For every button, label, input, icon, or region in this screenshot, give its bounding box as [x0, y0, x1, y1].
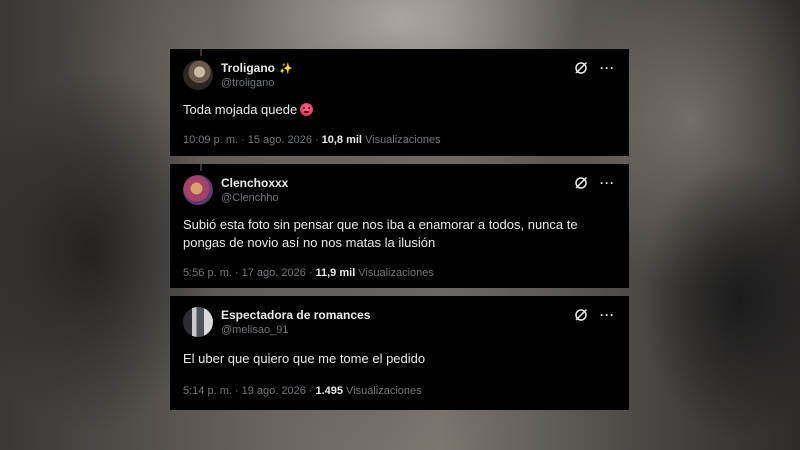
tweet-meta: 10:09 p. m. · 15 ago. 2026 · 10,8 mil Vi…	[183, 134, 441, 146]
author-handle[interactable]: @Clenchho	[221, 192, 279, 204]
more-options-icon[interactable]: ···	[600, 177, 615, 189]
sparkle-icon: ✨	[279, 62, 293, 75]
tweet-date[interactable]: 15 ago. 2026	[248, 134, 312, 146]
views-label: Visualizaciones	[346, 385, 422, 397]
author-name-row: Espectadora de romances	[221, 308, 370, 322]
author-name[interactable]: Clenchoxxx	[221, 176, 288, 190]
tweet-time[interactable]: 5:14 p. m.	[183, 385, 232, 397]
author-handle[interactable]: @melisao_91	[221, 324, 288, 336]
view-count: 10,8 mil	[321, 134, 362, 146]
tweet-card[interactable]: Clenchoxxx @Clenchho ··· Subió esta foto…	[170, 164, 629, 288]
thread-line	[200, 164, 202, 171]
view-count: 11,9 mil	[315, 267, 356, 279]
separator: ·	[234, 385, 239, 397]
tweet-text-line: pongas de novio así no nos matas la ilus…	[183, 235, 436, 250]
tweet-text-content: Toda mojada quede	[183, 102, 298, 117]
views-label: Visualizaciones	[364, 134, 441, 146]
tweet-actions: ···	[574, 61, 615, 75]
view-count: 1.495	[315, 385, 344, 397]
tweet-meta: 5:56 p. m. · 17 ago. 2026 · 11,9 mil Vis…	[183, 267, 434, 279]
tweet-text: Toda mojada quede	[183, 101, 603, 119]
more-options-icon[interactable]: ···	[600, 62, 615, 74]
grok-icon[interactable]	[574, 176, 588, 190]
separator: ·	[234, 267, 239, 279]
author-name-row: Clenchoxxx	[221, 176, 288, 190]
avatar[interactable]	[183, 175, 213, 205]
separator: ·	[241, 134, 245, 146]
hot-face-emoji-icon	[300, 103, 314, 116]
separator: ·	[314, 134, 319, 146]
tweet-date[interactable]: 17 ago. 2026	[242, 267, 306, 279]
tweet-card[interactable]: Troligano ✨ @troligano ··· Toda mojada q…	[170, 49, 629, 156]
author-name-row: Troligano ✨	[221, 61, 293, 75]
more-options-icon[interactable]: ···	[600, 309, 615, 321]
tweet-time[interactable]: 10:09 p. m.	[183, 134, 238, 146]
tweet-time[interactable]: 5:56 p. m.	[183, 267, 232, 279]
tweet-actions: ···	[574, 176, 615, 190]
tweet-meta: 5:14 p. m. · 19 ago. 2026 · 1.495 Visual…	[183, 385, 422, 397]
tweet-text: Subió esta foto sin pensar que nos iba a…	[183, 216, 603, 252]
separator: ·	[308, 385, 313, 397]
tweet-date[interactable]: 19 ago. 2026	[242, 385, 306, 397]
grok-icon[interactable]	[574, 308, 588, 322]
author-name[interactable]: Troligano	[221, 61, 275, 75]
thread-line	[200, 49, 202, 56]
tweet-text-line: Subió esta foto sin pensar que nos iba a…	[183, 217, 578, 232]
author-handle[interactable]: @troligano	[221, 77, 274, 89]
tweet-actions: ···	[574, 308, 615, 322]
grok-icon[interactable]	[574, 61, 588, 75]
avatar[interactable]	[183, 307, 213, 337]
tweet-card[interactable]: Espectadora de romances @melisao_91 ··· …	[170, 296, 629, 410]
author-name[interactable]: Espectadora de romances	[221, 308, 370, 322]
tweet-text: El uber que quiero que me tome el pedido	[183, 351, 426, 366]
avatar[interactable]	[183, 60, 213, 90]
separator: ·	[308, 267, 313, 279]
views-label: Visualizaciones	[358, 267, 434, 279]
